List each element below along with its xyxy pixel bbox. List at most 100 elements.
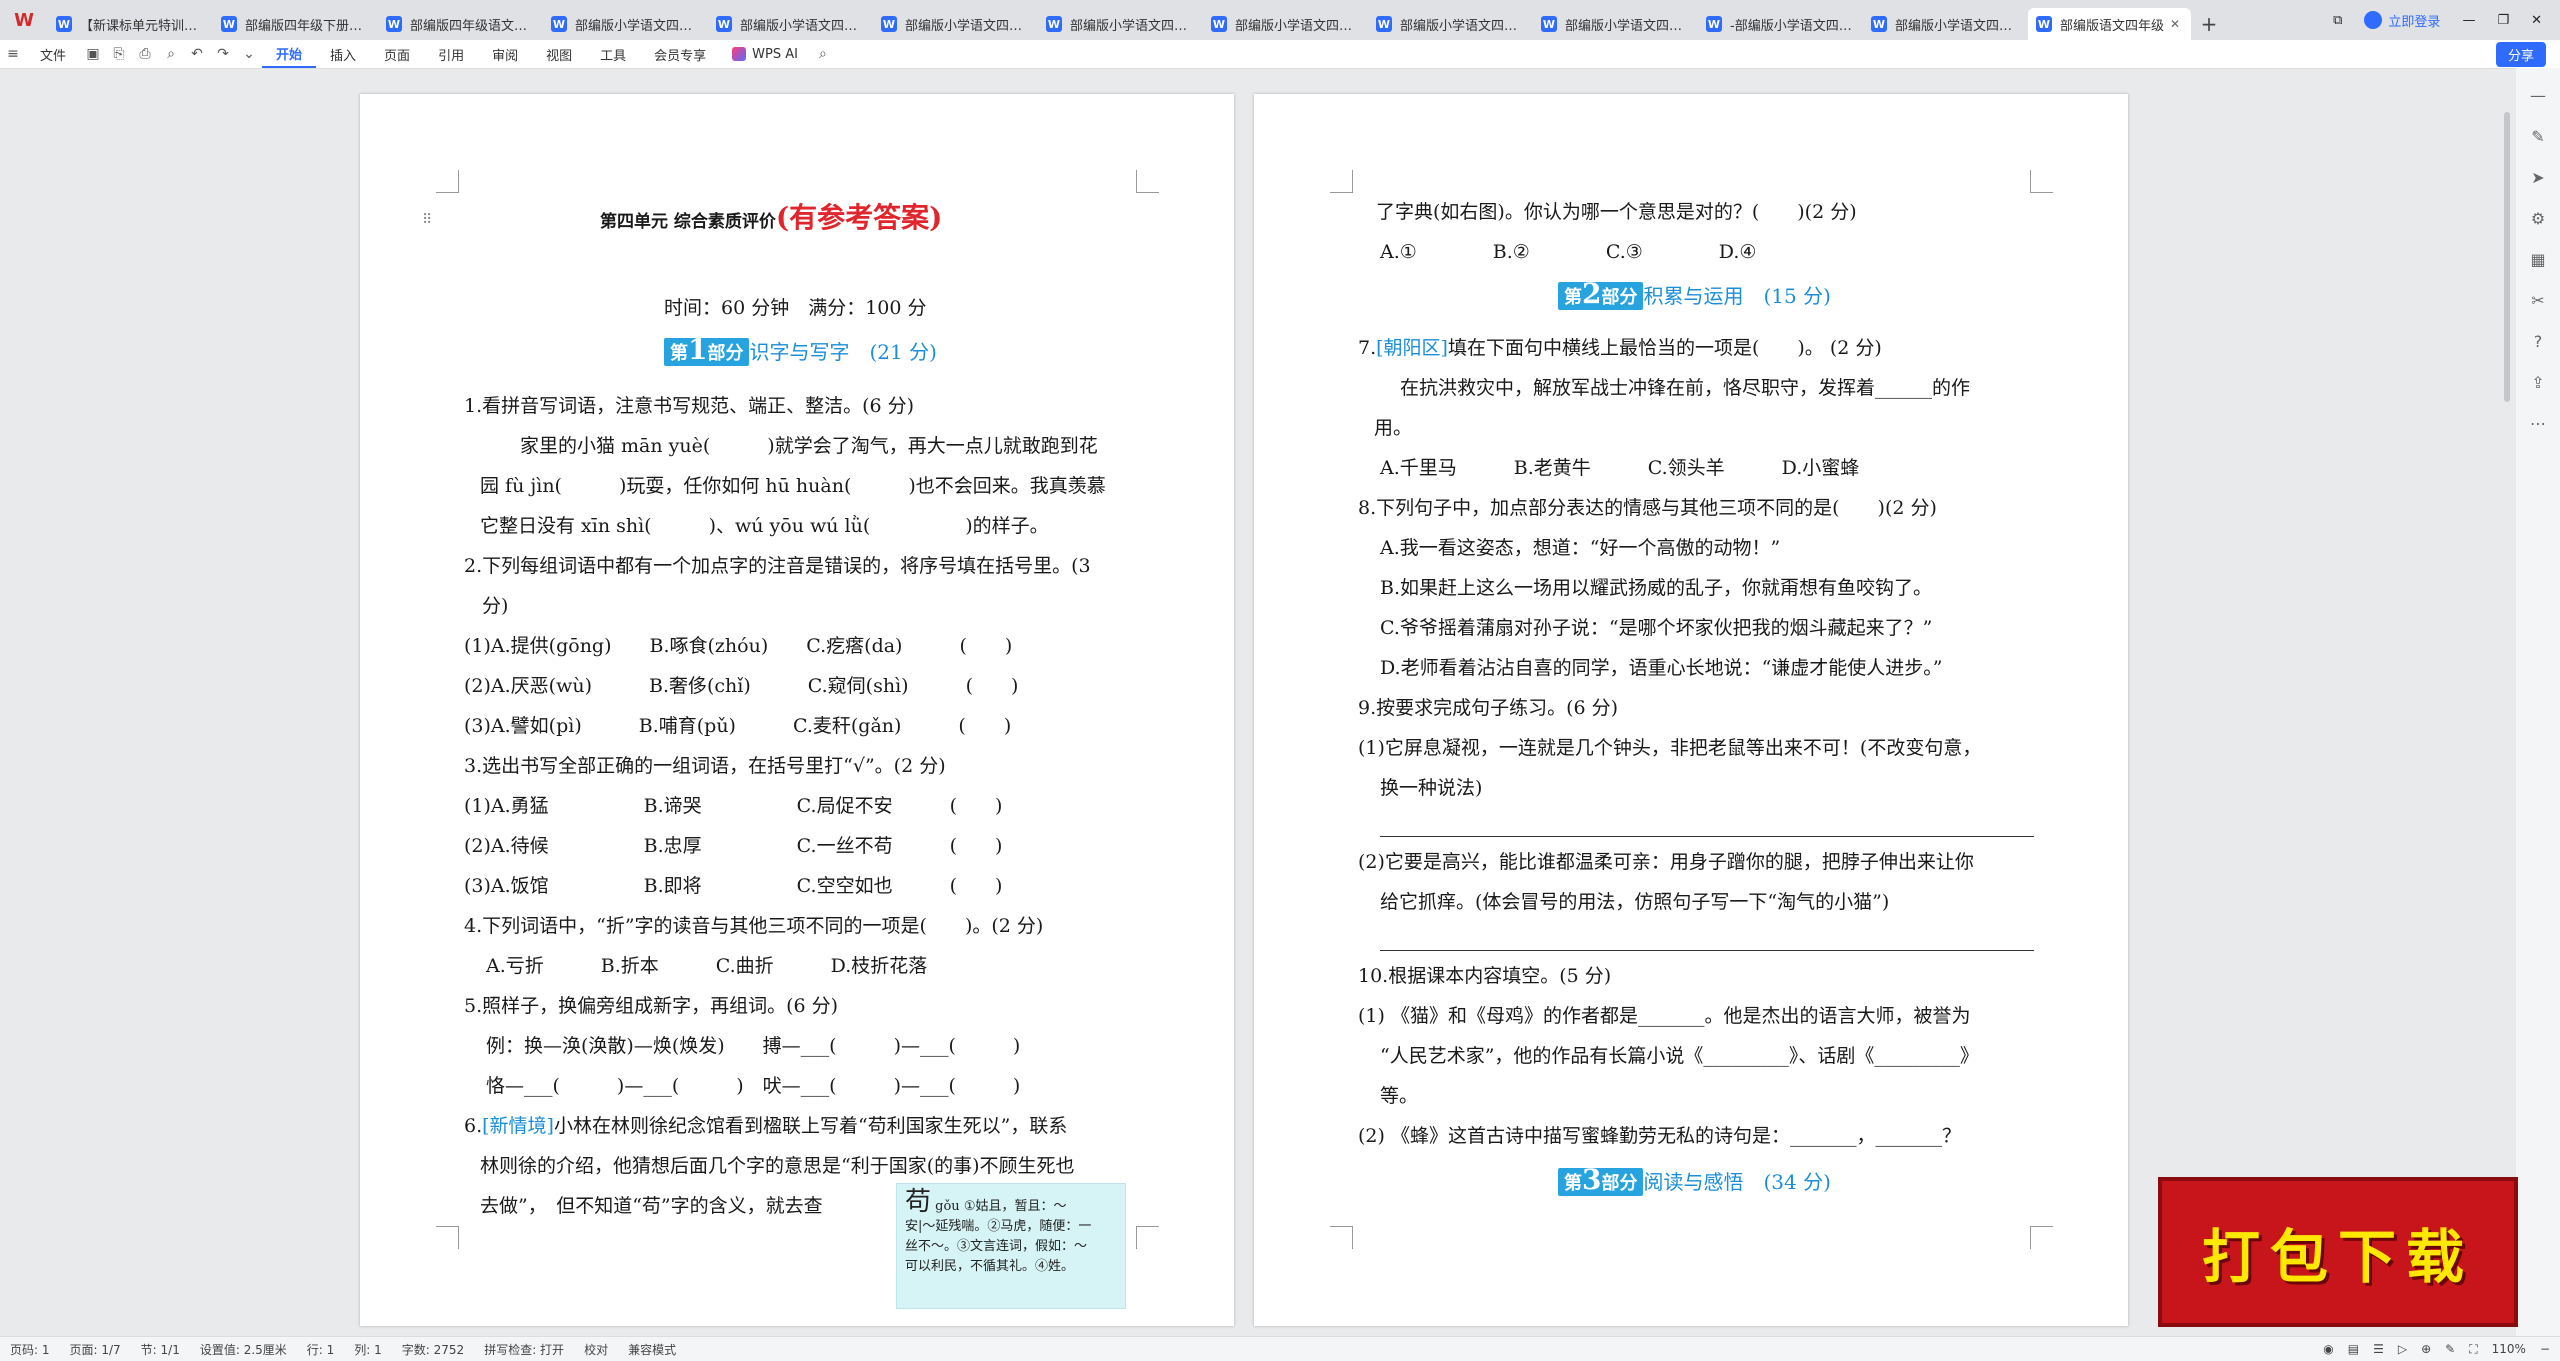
avatar	[2364, 11, 2383, 29]
text-line: 3.选出书写全部正确的一组词语，在括号里打“√”。(2 分)	[464, 755, 946, 777]
status-col: 列: 1	[354, 1342, 382, 1357]
status-spell[interactable]: 拼写检查: 打开	[474, 1341, 574, 1358]
doc-tab[interactable]: W 部编版小学语文四年级	[1533, 8, 1696, 40]
doc-tab[interactable]: W 部编版四年级语文下册	[378, 8, 541, 40]
collapse-icon[interactable]: —	[2530, 86, 2546, 105]
text-line: (1)A.提供(gōng) B.啄食(zhóu) C.疙瘩(da) ( )	[464, 635, 1013, 657]
tab-member[interactable]: 会员专享	[640, 40, 720, 68]
tab-review[interactable]: 审阅	[478, 40, 532, 68]
status-pages[interactable]: 页面: 1/7	[60, 1341, 131, 1358]
more-icon[interactable]: ⋯	[2530, 414, 2546, 433]
save-icon[interactable]: ▣	[80, 40, 106, 68]
exam-time: 时间：60 分钟 满分：100 分	[664, 297, 927, 319]
redo-icon[interactable]: ↷	[210, 40, 236, 68]
text-line: 在抗洪救灾中，解放军战士冲锋在前，恪尽职守，发挥着______的作	[1400, 377, 1971, 399]
margin-mark	[436, 170, 459, 193]
file-menu[interactable]: 文件	[26, 40, 80, 68]
undo-icon[interactable]: ↶	[184, 40, 210, 68]
tools-icon[interactable]: ✂	[2531, 291, 2544, 310]
dict-line: ①姑且，暂且：～	[963, 1199, 1067, 1214]
pointer-icon[interactable]: ➤	[2531, 168, 2544, 187]
play-icon[interactable]: ▷	[2398, 1342, 2407, 1356]
pen-mode-icon[interactable]: ✎	[2445, 1342, 2455, 1356]
doc-tab[interactable]: W 部编版小学语文四年级	[543, 8, 706, 40]
tab-page[interactable]: 页面	[370, 40, 424, 68]
zoom-out-icon[interactable]: −	[2540, 1342, 2550, 1356]
doc-tab[interactable]: W 部编版四年级下册语文	[213, 8, 376, 40]
doc-tab[interactable]: W 部编版小学语文四年级	[873, 8, 1036, 40]
tab-start[interactable]: 开始	[262, 40, 317, 68]
side-toolbar: — ✎ ➤ ⚙ ▦ ✂ ? ⇪ ⋯	[2516, 68, 2560, 1354]
tab-tools[interactable]: 工具	[586, 40, 640, 68]
drag-handle-icon[interactable]: ⠿	[422, 208, 432, 232]
wps-logo-icon[interactable]: W	[0, 0, 48, 40]
doc-tab[interactable]: W 部编版小学语文四年级	[708, 8, 871, 40]
list-view-icon[interactable]: ☰	[2373, 1342, 2384, 1356]
restore-icon[interactable]: ❐	[2497, 13, 2509, 28]
doc-tab[interactable]: W 部编版小学语文四年级	[1038, 8, 1201, 40]
text-line: 给它抓痒。(体会冒号的用法，仿照句子写一下“淘气的小猫”)	[1380, 891, 1890, 913]
preview-icon[interactable]: ⌕	[158, 40, 184, 68]
text-line: A.亏折 B.折本 C.曲折 D.枝折花落	[486, 955, 928, 977]
text-line: 5.照样子，换偏旁组成新字，再组词。(6 分)	[464, 995, 839, 1017]
banner-text: 打包下载	[2201, 1223, 2474, 1291]
settings-icon[interactable]: ⚙	[2531, 209, 2545, 228]
vertical-scrollbar[interactable]	[2504, 112, 2510, 402]
help-icon[interactable]: ?	[2534, 332, 2543, 351]
tab-label: -部编版小学语文四年级	[1730, 18, 1853, 34]
text-line: 换一种说法)	[1380, 777, 1483, 799]
web-view-icon[interactable]: ⊕	[2421, 1342, 2431, 1356]
text-line: 8.下列句子中，加点部分表达的情感与其他三项不同的是( )(2 分)	[1358, 497, 1937, 519]
question-6: 6.[新情境]小林在林则徐纪念馆看到楹联上写着“苟利国家生死以”，联系	[464, 1114, 1067, 1138]
doc-tab[interactable]: W 部编版小学语文四年级	[1203, 8, 1366, 40]
search-icon[interactable]: ⌕	[810, 40, 836, 68]
zoom-level[interactable]: 110%	[2492, 1342, 2526, 1356]
word-doc-icon: W	[551, 16, 567, 32]
status-proof[interactable]: 校对	[574, 1341, 618, 1358]
export-icon[interactable]: ⎘	[106, 40, 132, 68]
tab-insert[interactable]: 插入	[316, 40, 370, 68]
doc-tab[interactable]: W 部编版小学语文四年级	[1368, 8, 1531, 40]
answer-line[interactable]	[1380, 950, 2034, 951]
minimize-icon[interactable]: —	[2462, 13, 2475, 28]
text-line: B.如果赶上这么一场用以耀武扬威的乱子，你就甭想有鱼咬钩了。	[1380, 577, 1933, 599]
tab-view[interactable]: 视图	[532, 40, 586, 68]
chevron-down-icon[interactable]: ⌄	[236, 40, 262, 68]
print-icon[interactable]: ⎙	[132, 40, 158, 68]
doc-tab-active[interactable]: W 部编版语文四年级 ✕	[2028, 8, 2191, 40]
text-line: 用。	[1374, 417, 1413, 439]
image-icon[interactable]: ▦	[2530, 250, 2545, 269]
text-line: C.爷爷摇着蒲扇对孙子说：“是哪个坏家伙把我的烟斗藏起来了？”	[1380, 617, 1933, 639]
answer-line[interactable]	[1380, 836, 2034, 837]
share-button[interactable]: 分享	[2495, 42, 2546, 67]
section-title: 阅读与感悟 (34 分)	[1643, 1170, 1831, 1194]
tile-icon[interactable]: ⧉	[2333, 13, 2342, 28]
close-window-icon[interactable]: ✕	[2531, 13, 2542, 28]
tab-label: 部编版小学语文四年级	[1070, 18, 1193, 34]
fit-icon[interactable]: ⛶	[2469, 1342, 2477, 1357]
status-setting: 设置值: 2.5厘米	[199, 1342, 287, 1357]
status-page-no[interactable]: 页码: 1	[0, 1341, 60, 1358]
share-icon[interactable]: ⇪	[2531, 373, 2544, 392]
section-badge: 第3部分	[1558, 1166, 1644, 1196]
menu-icon[interactable]: ≡	[0, 40, 26, 68]
eye-icon[interactable]: ◉	[2323, 1342, 2333, 1356]
wps-ai-button[interactable]: WPS AI	[720, 47, 810, 62]
word-doc-icon: W	[1871, 16, 1887, 32]
doc-tab[interactable]: W 部编版小学语文四年级	[1863, 8, 2026, 40]
tab-reference[interactable]: 引用	[424, 40, 478, 68]
doc-tab[interactable]: W -部编版小学语文四年级	[1698, 8, 1861, 40]
page-view-icon[interactable]: ▤	[2348, 1342, 2359, 1356]
pen-icon[interactable]: ✎	[2531, 127, 2544, 146]
download-banner[interactable]: 打包下载	[2158, 1177, 2518, 1327]
text-line: (1) 《猫》和《母鸡》的作者都是_______。他是杰出的语言大师，被誉为	[1358, 1005, 1971, 1027]
doc-tab[interactable]: W 【新课标单元特训】部	[48, 8, 211, 40]
window-controls: ⧉ 立即登录 — ❐ ✕	[2333, 0, 2560, 40]
page-title: 第四单元 综合素质评价(有参考答案)	[600, 204, 942, 234]
status-words[interactable]: 字数: 2752	[392, 1341, 474, 1358]
new-tab-button[interactable]: +	[2193, 8, 2225, 40]
login-button[interactable]: 立即登录	[2364, 11, 2440, 30]
q6-number: 6.	[464, 1115, 483, 1137]
close-icon[interactable]: ✕	[2170, 17, 2180, 31]
status-row: 行: 1	[306, 1342, 335, 1357]
